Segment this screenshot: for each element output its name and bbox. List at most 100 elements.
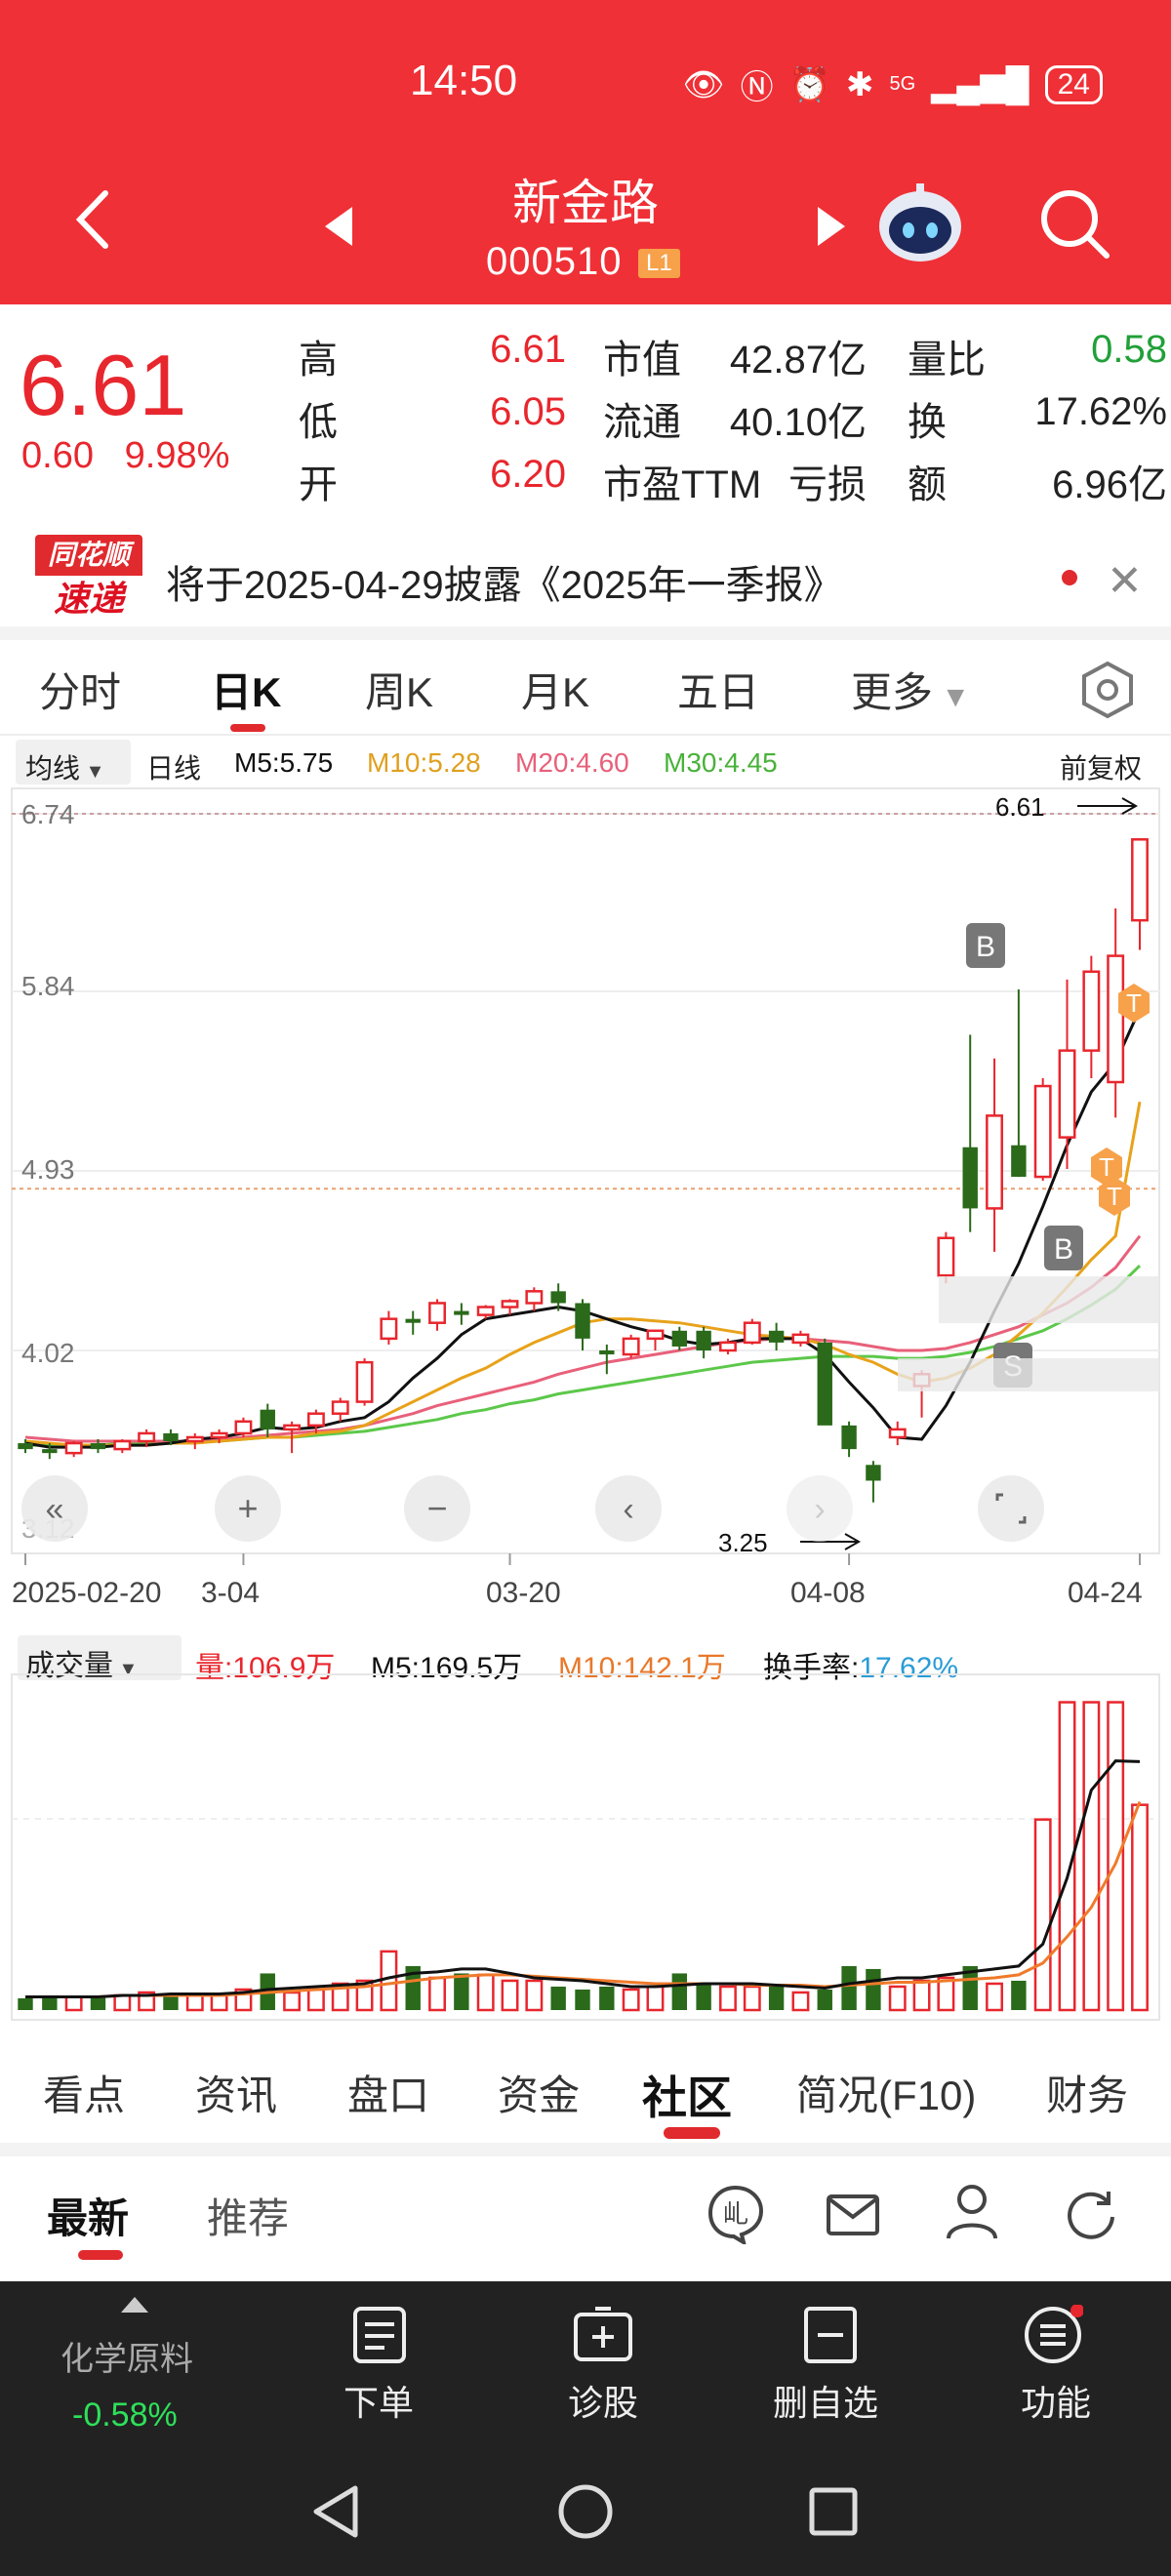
- refresh-icon[interactable]: [1064, 2186, 1118, 2240]
- t-signal-text: T: [1099, 1152, 1114, 1182]
- volume-bar: [743, 1985, 761, 2012]
- svg-text:乢: 乢: [723, 2199, 748, 2229]
- tab-monthly-k[interactable]: 月K: [521, 660, 589, 719]
- subtab-latest[interactable]: 最新: [47, 2186, 129, 2245]
- subtab-recommend[interactable]: 推荐: [207, 2186, 289, 2245]
- back-arrow-icon[interactable]: [68, 185, 117, 254]
- volume-bar: [550, 1986, 566, 2010]
- candle: [937, 1231, 955, 1284]
- tab-weekly-k[interactable]: 周K: [365, 660, 433, 719]
- menu-icon[interactable]: [1023, 2305, 1083, 2365]
- candle: [671, 1326, 688, 1351]
- float-value: 40.10亿: [729, 401, 867, 444]
- expand-up-icon[interactable]: [119, 2295, 150, 2314]
- kline-chart[interactable]: 6.74 5.84 4.93 4.02 3.12 6.61 3.25 B B S…: [0, 781, 1171, 1610]
- zoom-out-all-button[interactable]: «: [21, 1475, 88, 1542]
- news-text[interactable]: 将于2025-04-29披露《2025年一季报》: [166, 553, 843, 610]
- community-logo-icon[interactable]: 乢: [705, 2182, 767, 2244]
- active-tab-indicator: [230, 724, 265, 732]
- order-icon[interactable]: [351, 2305, 408, 2365]
- tab-community[interactable]: 社区: [642, 2063, 732, 2127]
- function-button[interactable]: 功能: [1021, 2375, 1091, 2426]
- unread-dot: [1062, 570, 1077, 585]
- current-price: 6.61: [20, 337, 187, 433]
- candle: [986, 1058, 1003, 1252]
- date-tick: 04-24: [1068, 1577, 1143, 1609]
- candle: [696, 1326, 711, 1359]
- sector-name[interactable]: 化学原料: [61, 2332, 193, 2380]
- volume-bar: [428, 1976, 446, 2012]
- prev-stock-icon[interactable]: [325, 207, 352, 246]
- volume-bar: [841, 1965, 857, 2010]
- volume-bar: [1011, 1980, 1027, 2010]
- change-value: 0.60: [21, 435, 94, 476]
- tab-profile[interactable]: 简况(F10): [796, 2063, 976, 2122]
- candle: [1082, 955, 1101, 1078]
- next-stock-icon[interactable]: [818, 207, 845, 246]
- tab-intraday[interactable]: 分时: [39, 660, 121, 719]
- volume-bar: [1107, 1701, 1125, 2012]
- buy-signal-marker[interactable]: B: [966, 923, 1005, 968]
- tab-market[interactable]: 盘口: [347, 2063, 429, 2122]
- alarm-icon: ⏰: [788, 65, 830, 103]
- fullscreen-button[interactable]: [978, 1475, 1044, 1542]
- zoom-in-button[interactable]: +: [215, 1475, 281, 1542]
- candle: [501, 1299, 519, 1315]
- candle: [113, 1439, 132, 1454]
- candle: [743, 1318, 761, 1345]
- volume-bar: [768, 1986, 785, 2010]
- tab-funds[interactable]: 资金: [498, 2063, 580, 2122]
- volume-bar: [64, 1995, 83, 2012]
- tab-more[interactable]: 更多 ▼: [851, 660, 970, 719]
- date-tick: 2025-02-20: [12, 1577, 161, 1609]
- settings-hex-icon[interactable]: [1077, 660, 1138, 720]
- volume-chart[interactable]: [0, 1670, 1171, 2022]
- volume-bar: [476, 1973, 495, 2012]
- tab-daily-k[interactable]: 日K: [211, 660, 281, 719]
- change-pct: 9.98%: [124, 435, 230, 476]
- search-icon[interactable]: [1036, 185, 1114, 263]
- close-icon[interactable]: ✕: [1107, 556, 1143, 606]
- nav-back-icon[interactable]: [308, 2482, 363, 2541]
- tab-news[interactable]: 资讯: [195, 2063, 277, 2122]
- robot-assistant-icon[interactable]: [873, 178, 967, 271]
- low-annotation: 3.25: [718, 1528, 768, 1557]
- stock-code: 000510: [486, 240, 623, 283]
- diagnose-icon[interactable]: [572, 2305, 634, 2365]
- diagnose-button[interactable]: 诊股: [568, 2375, 638, 2426]
- tab-five-day[interactable]: 五日: [677, 660, 759, 719]
- scroll-right-button[interactable]: ›: [787, 1475, 853, 1542]
- signal-label: 5G: [889, 73, 916, 95]
- zoom-out-button[interactable]: −: [404, 1475, 470, 1542]
- volume-frame: [11, 1673, 1160, 2021]
- vol-ma5-line: [25, 1759, 1141, 1998]
- remove-watchlist-button[interactable]: 删自选: [773, 2375, 878, 2426]
- user-icon[interactable]: [945, 2182, 999, 2240]
- volume-bar: [283, 1991, 302, 2012]
- svg-text:+: +: [237, 1488, 258, 1528]
- candle: [185, 1432, 204, 1450]
- volume-bar: [163, 1996, 179, 2010]
- buy-signal-marker[interactable]: B: [1044, 1226, 1083, 1270]
- mail-icon[interactable]: [826, 2194, 880, 2236]
- candle: [866, 1461, 881, 1503]
- tab-highlights[interactable]: 看点: [43, 2063, 125, 2122]
- candle: [1131, 838, 1149, 950]
- candle: [355, 1358, 374, 1406]
- nav-recent-icon[interactable]: [808, 2486, 859, 2537]
- eye-icon: 👁: [682, 65, 725, 103]
- volume-bar: [817, 1989, 832, 2010]
- remove-watchlist-icon[interactable]: [802, 2305, 859, 2365]
- volume-bar: [1082, 1701, 1101, 2012]
- low-value: 6.05: [490, 390, 566, 433]
- ma-dropdown[interactable]: 均线 ▼: [16, 740, 131, 785]
- scroll-left-button[interactable]: ‹: [595, 1475, 662, 1542]
- candle: [962, 1034, 978, 1232]
- tab-finance[interactable]: 财务: [1046, 2063, 1128, 2122]
- ths-logo: 同花顺 速递: [35, 535, 142, 624]
- nav-home-icon[interactable]: [556, 2482, 615, 2541]
- candle: [768, 1322, 785, 1351]
- ma20-value: M20:4.60: [515, 747, 629, 778]
- order-button[interactable]: 下单: [343, 2375, 414, 2426]
- vol-ratio-value: 0.58: [1091, 328, 1167, 371]
